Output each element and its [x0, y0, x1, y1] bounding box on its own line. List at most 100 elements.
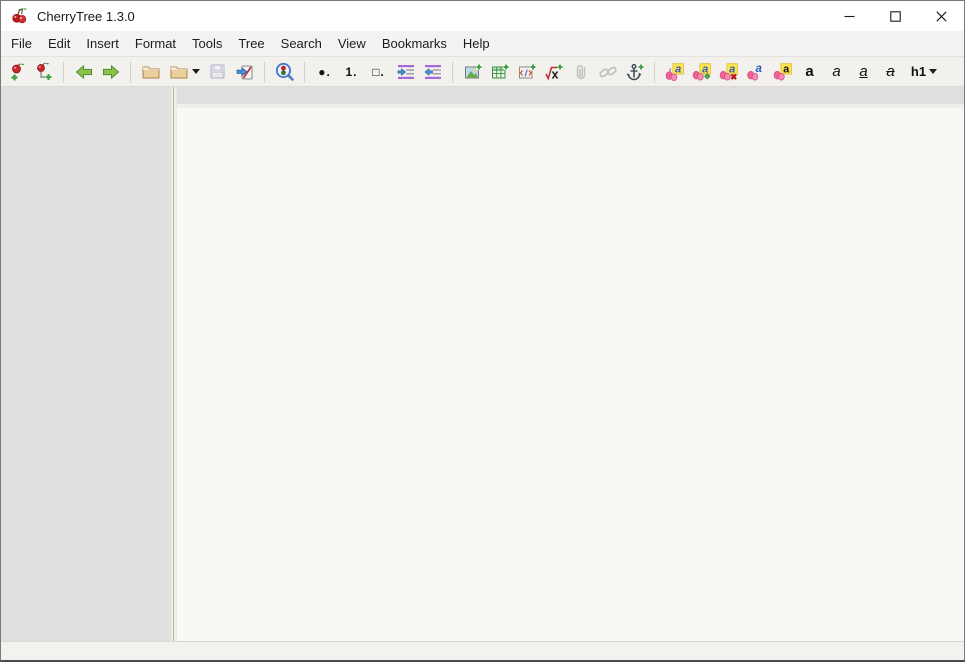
strikethrough-button[interactable]: a: [877, 59, 904, 85]
text-color-button[interactable]: a: [742, 59, 769, 85]
save-icon: [210, 64, 225, 79]
unindent-icon: [423, 64, 441, 79]
insert-anchor-button[interactable]: [621, 59, 648, 85]
italic-button[interactable]: a: [823, 59, 850, 85]
titlebar: CherryTree 1.3.0: [1, 1, 964, 31]
toolbar-separator: [654, 60, 655, 83]
menu-insert[interactable]: Insert: [78, 31, 127, 56]
cherrytree-window: CherryTree 1.3.0 File Edit Insert Format…: [0, 0, 965, 662]
new-node-icon: [10, 62, 24, 81]
new-subnode-button[interactable]: [30, 59, 57, 85]
open-recent-dropdown-button[interactable]: [164, 59, 204, 85]
minimize-button[interactable]: [826, 1, 872, 31]
insert-image-icon: [464, 63, 482, 78]
insert-table-icon: [491, 63, 509, 78]
menu-help[interactable]: Help: [455, 31, 498, 56]
node-tree-panel[interactable]: [1, 87, 171, 641]
todo-list-button[interactable]: □.: [365, 59, 392, 85]
main-body: [1, 87, 964, 641]
menu-edit[interactable]: Edit: [40, 31, 78, 56]
insert-link-button[interactable]: [594, 59, 621, 85]
insert-codebox-icon: [518, 63, 536, 78]
remove-format-button[interactable]: a: [715, 59, 742, 85]
chevron-down-icon: [929, 69, 938, 74]
cherry-app-icon: [9, 6, 29, 26]
open-folder-icon: [170, 66, 187, 78]
toolbar-separator: [130, 60, 131, 83]
paperclip-icon: [576, 64, 585, 79]
highlight-color-icon: a: [773, 63, 792, 81]
menu-file[interactable]: File: [3, 31, 40, 56]
text-color-icon: a: [747, 63, 762, 81]
toolbar-separator: [264, 60, 265, 83]
toolbar-separator: [452, 60, 453, 83]
highlight-color-button[interactable]: a: [769, 59, 796, 85]
go-back-icon: [75, 64, 92, 79]
new-subnode-icon: [36, 62, 52, 80]
numbered-list-button[interactable]: 1.: [338, 59, 365, 85]
maximize-button[interactable]: [872, 1, 918, 31]
indent-button[interactable]: [392, 59, 419, 85]
underline-icon: a: [859, 63, 868, 80]
chevron-down-icon: [191, 69, 200, 74]
open-file-button[interactable]: [137, 59, 164, 85]
insert-formula-icon: [544, 63, 563, 81]
toolbar-separator: [63, 60, 64, 83]
link-icon: [598, 66, 617, 77]
menu-tools[interactable]: Tools: [184, 31, 230, 56]
unindent-button[interactable]: [419, 59, 446, 85]
close-button[interactable]: [918, 1, 964, 31]
svg-text:a: a: [675, 64, 681, 76]
editor-pane: [177, 87, 964, 641]
window-controls: [826, 1, 964, 31]
bold-button[interactable]: a: [796, 59, 823, 85]
italic-icon: a: [832, 63, 841, 80]
heading-icon: h1: [910, 64, 927, 79]
menu-format[interactable]: Format: [127, 31, 184, 56]
bullet-list-button[interactable]: ●.: [311, 59, 338, 85]
insert-table-button[interactable]: [486, 59, 513, 85]
go-forward-button[interactable]: [97, 59, 124, 85]
indent-icon: [397, 64, 414, 79]
toolbar-separator: [304, 60, 305, 83]
numbered-list-icon: 1.: [345, 64, 358, 79]
svg-text:a: a: [755, 63, 762, 75]
menu-tree[interactable]: Tree: [230, 31, 272, 56]
heading-dropdown-button[interactable]: h1: [904, 59, 944, 85]
save-as-icon: [236, 65, 252, 79]
format-text-button[interactable]: a: [688, 59, 715, 85]
underline-button[interactable]: a: [850, 59, 877, 85]
attach-file-button[interactable]: [567, 59, 594, 85]
insert-formula-button[interactable]: [540, 59, 567, 85]
svg-text:a: a: [783, 64, 790, 76]
apply-latest-format-button[interactable]: a: [661, 59, 688, 85]
text-editor-area[interactable]: [177, 108, 964, 641]
format-text-icon: a: [692, 63, 711, 81]
bullet-list-icon: ●.: [318, 64, 331, 79]
open-folder-icon: [142, 66, 159, 78]
toolbar: ●. 1. □. a a a a a a a a a h1: [1, 57, 964, 87]
apply-latest-format-icon: a: [665, 63, 684, 82]
bold-icon: a: [805, 63, 814, 80]
window-title: CherryTree 1.3.0: [37, 8, 135, 24]
menu-bookmarks[interactable]: Bookmarks: [374, 31, 455, 56]
find-node-icon: [275, 62, 294, 81]
insert-codebox-button[interactable]: [513, 59, 540, 85]
todo-list-icon: □.: [372, 64, 385, 79]
strikethrough-icon: a: [886, 63, 895, 80]
statusbar: [1, 641, 964, 660]
save-button[interactable]: [204, 59, 231, 85]
panel-splitter[interactable]: [171, 87, 177, 641]
insert-image-button[interactable]: [459, 59, 486, 85]
new-node-button[interactable]: [3, 59, 30, 85]
remove-format-icon: a: [719, 63, 738, 81]
editor-header-band: [177, 87, 964, 104]
go-back-button[interactable]: [70, 59, 97, 85]
go-forward-icon: [102, 64, 119, 79]
anchor-icon: [626, 63, 644, 80]
menubar: File Edit Insert Format Tools Tree Searc…: [1, 31, 964, 57]
find-node-button[interactable]: [271, 59, 298, 85]
save-as-button[interactable]: [231, 59, 258, 85]
menu-view[interactable]: View: [330, 31, 374, 56]
menu-search[interactable]: Search: [273, 31, 330, 56]
